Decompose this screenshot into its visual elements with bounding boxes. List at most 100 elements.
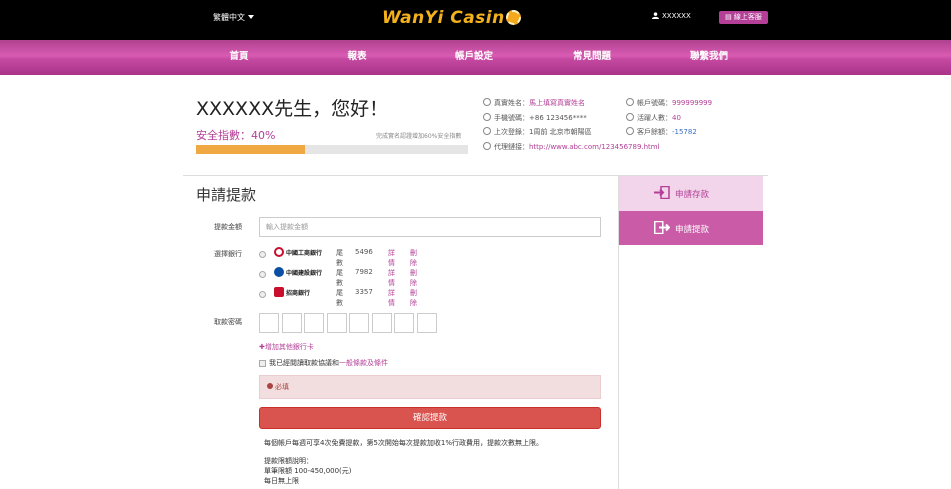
real-name-label: 真實姓名：: [494, 99, 529, 107]
users-icon: [626, 113, 634, 121]
security-tip: 完成實名認證增加60%安全指數: [376, 133, 462, 140]
password-digit[interactable]: [372, 313, 392, 333]
account-no-label: 帳戶號碼：: [637, 99, 672, 107]
active-label: 活躍人數：: [637, 114, 672, 122]
info-agent-link: 代理鏈接：http://www.abc.com/123456789.html: [483, 142, 660, 152]
cmb-logo: 招商銀行: [274, 287, 326, 299]
bank-delete-link[interactable]: 刪除: [410, 288, 417, 308]
error-text: 必填: [275, 383, 289, 391]
bank-detail-link[interactable]: 詳情: [388, 288, 395, 308]
casino-chip-icon: [505, 10, 521, 25]
password-digit[interactable]: [417, 313, 437, 333]
deposit-icon: [654, 186, 670, 199]
user-menu[interactable]: XXXXXX: [652, 12, 691, 20]
last-login-value: 1周前 北京市朝陽區: [529, 128, 592, 136]
bank-label: 選擇銀行: [214, 250, 242, 258]
nav-account-settings[interactable]: 帳戶設定: [434, 40, 514, 75]
ccb-logo: 中國建設銀行: [274, 267, 326, 279]
top-bar: 繁體中文 WanYi Casin XXXXXX ▤ 線上客服: [0, 0, 951, 40]
tail-label: 尾數: [336, 289, 343, 307]
password-digit[interactable]: [282, 313, 302, 333]
chat-icon: ▤: [725, 13, 734, 21]
tail-number: 7982: [355, 268, 373, 276]
security-progress-bar: [196, 145, 468, 154]
bank-radio[interactable]: [259, 271, 266, 278]
bank-name: 中國建設銀行: [286, 270, 323, 277]
nav-faq[interactable]: 常見問題: [552, 40, 632, 75]
logo-text: WanYi Casin: [382, 8, 505, 28]
password-digit[interactable]: [259, 313, 279, 333]
confirm-withdraw-button[interactable]: 確認提款: [259, 407, 601, 429]
phone-label: 手機號碼：: [494, 114, 529, 122]
user-icon: [652, 12, 659, 19]
cmb-icon: [274, 287, 284, 297]
add-bank-card-link[interactable]: ✚增加其他銀行卡: [259, 342, 314, 352]
last-login-label: 上次登錄：: [494, 128, 529, 136]
bank-detail-link[interactable]: 詳情: [388, 268, 395, 288]
info-last-login: 上次登錄：1周前 北京市朝陽區: [483, 127, 592, 137]
account-icon: [626, 98, 634, 106]
bank-name: 中國工商銀行: [286, 250, 323, 257]
customer-service-button[interactable]: ▤ 線上客服: [719, 11, 768, 24]
language-label: 繁體中文: [213, 13, 245, 22]
withdraw-label: 申請提款: [675, 225, 710, 235]
agree-text: 我已經閱讀取款協議和一般條款及條件: [269, 358, 388, 368]
security-progress-fill: [196, 145, 305, 154]
bank-radio[interactable]: [259, 251, 266, 258]
info-account-no: 帳戶號碼：999999999: [626, 98, 712, 108]
password-digit[interactable]: [327, 313, 347, 333]
real-name-link[interactable]: 馬上填寫真實姓名: [529, 99, 585, 107]
side-menu-deposit[interactable]: 申請存款: [619, 176, 763, 211]
password-digit[interactable]: [304, 313, 324, 333]
tail-label: 尾數: [336, 269, 343, 287]
deposit-label: 申請存款: [675, 190, 710, 200]
security-index-label: 安全指數：40%: [196, 129, 276, 142]
nav-reports[interactable]: 報表: [317, 40, 397, 75]
bank-delete-link[interactable]: 刪除: [410, 268, 417, 288]
language-selector[interactable]: 繁體中文: [213, 12, 254, 23]
withdraw-icon: [654, 221, 670, 234]
phone-icon: [483, 113, 491, 121]
note-free-withdrawals: 每個帳戶每週可享4次免費提款，第5次開始每次提款加收1%行政費用，提款次數無上限…: [264, 439, 544, 447]
ccb-icon: [274, 267, 284, 277]
balance-label: 客戶餘額：: [637, 128, 672, 136]
customer-service-label: 線上客服: [733, 13, 762, 21]
nav-home[interactable]: 首頁: [199, 40, 279, 75]
side-menu-withdraw[interactable]: 申請提款: [619, 211, 763, 245]
note-limit-title: 提款限額說明：: [264, 457, 313, 465]
agree-label: 我已經閱讀取款協議和: [269, 359, 339, 367]
info-active-users: 活躍人數：40: [626, 113, 681, 123]
agent-link[interactable]: http://www.abc.com/123456789.html: [529, 143, 660, 151]
nav-contact[interactable]: 聯繫我們: [669, 40, 749, 75]
form-title: 申請提款: [196, 186, 257, 204]
logo[interactable]: WanYi Casin: [382, 8, 521, 28]
greeting-title: XXXXXX先生，您好！: [196, 98, 389, 120]
account-no-value: 999999999: [672, 99, 713, 107]
bank-delete-link[interactable]: 刪除: [410, 248, 417, 268]
link-icon: [483, 142, 491, 150]
tail-label: 尾數: [336, 249, 343, 267]
amount-input[interactable]: 輸入提款金額: [259, 217, 601, 237]
error-alert: 必填: [259, 375, 601, 399]
password-digit[interactable]: [394, 313, 414, 333]
note-single-limit: 單筆限額 100-450,000(元): [264, 467, 352, 475]
phone-value: +86 123456****: [529, 114, 587, 122]
icbc-logo: 中國工商銀行: [274, 247, 326, 259]
username: XXXXXX: [662, 12, 691, 20]
bank-detail-link[interactable]: 詳情: [388, 248, 395, 268]
alert-icon: [267, 383, 273, 389]
agree-checkbox[interactable]: [259, 360, 266, 367]
terms-link[interactable]: 一般條款及條件: [339, 359, 388, 367]
note-daily-limit: 每日無上限: [264, 477, 299, 485]
icbc-icon: [274, 247, 284, 257]
money-icon: [626, 127, 634, 135]
password-label: 取款密碼: [214, 318, 242, 326]
user-icon: [483, 98, 491, 106]
chevron-down-icon: [248, 15, 254, 19]
info-phone: 手機號碼：+86 123456****: [483, 113, 587, 123]
active-value: 40: [672, 114, 681, 122]
amount-label: 提款金額: [214, 223, 242, 231]
password-digit[interactable]: [349, 313, 369, 333]
balance-value: -15782: [672, 128, 697, 136]
bank-radio[interactable]: [259, 291, 266, 298]
